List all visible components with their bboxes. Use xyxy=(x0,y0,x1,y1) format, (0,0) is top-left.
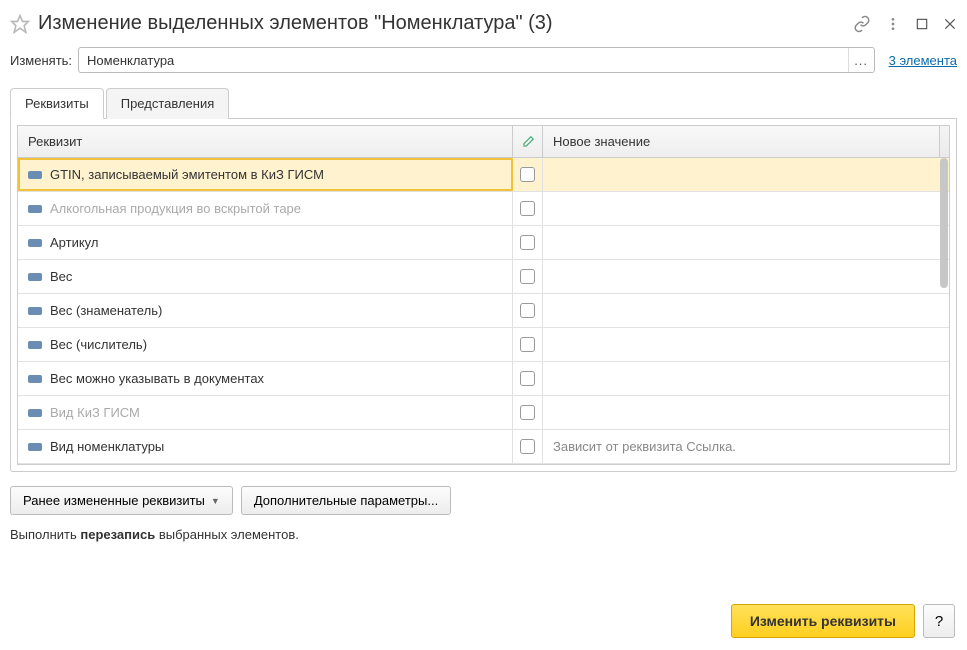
row-checkbox[interactable] xyxy=(520,439,535,454)
previously-changed-button[interactable]: Ранее измененные реквизиты ▼ xyxy=(10,486,233,515)
table-row[interactable]: Вес xyxy=(18,260,949,294)
cell-attribute: Вес можно указывать в документах xyxy=(18,362,513,395)
chevron-down-icon: ▼ xyxy=(211,496,220,506)
cell-attribute: GTIN, записываемый эмитентом в КиЗ ГИСМ xyxy=(18,158,513,191)
cell-checkbox xyxy=(513,226,543,259)
table-row[interactable]: GTIN, записываемый эмитентом в КиЗ ГИСМ xyxy=(18,158,949,192)
row-checkbox[interactable] xyxy=(520,269,535,284)
link-icon[interactable] xyxy=(853,15,871,33)
attributes-table: Реквизит Новое значение GTIN, записываем… xyxy=(17,125,950,465)
change-object-row: Изменять: Номенклатура ... 3 элемента xyxy=(10,47,957,73)
pencil-icon xyxy=(521,135,535,149)
maximize-icon[interactable] xyxy=(915,17,929,31)
cell-new-value[interactable]: Зависит от реквизита Ссылка. xyxy=(543,439,949,454)
cell-checkbox xyxy=(513,192,543,225)
ellipsis-button[interactable]: ... xyxy=(848,48,874,72)
field-icon xyxy=(28,239,42,247)
attribute-label: Вес (знаменатель) xyxy=(50,303,162,318)
table-row[interactable]: Артикул xyxy=(18,226,949,260)
help-button[interactable]: ? xyxy=(923,604,955,638)
cell-attribute: Вид номенклатуры xyxy=(18,430,513,463)
cell-checkbox xyxy=(513,362,543,395)
cell-attribute: Артикул xyxy=(18,226,513,259)
table-row[interactable]: Вид КиЗ ГИСМ xyxy=(18,396,949,430)
cell-checkbox xyxy=(513,430,543,463)
table-row[interactable]: Вес (знаменатель) xyxy=(18,294,949,328)
attribute-label: GTIN, записываемый эмитентом в КиЗ ГИСМ xyxy=(50,167,324,182)
footer-text: Выполнить перезапись выбранных элементов… xyxy=(10,527,957,542)
field-icon xyxy=(28,375,42,383)
table-body: GTIN, записываемый эмитентом в КиЗ ГИСМ А… xyxy=(18,158,949,464)
row-checkbox[interactable] xyxy=(520,201,535,216)
table-row[interactable]: Вес можно указывать в документах xyxy=(18,362,949,396)
footer-buttons: Ранее измененные реквизиты ▼ Дополнитель… xyxy=(10,486,957,515)
cell-attribute: Вес (знаменатель) xyxy=(18,294,513,327)
window-title: Изменение выделенных элементов "Номенкла… xyxy=(38,12,845,35)
table-header: Реквизит Новое значение xyxy=(18,126,949,158)
close-icon[interactable] xyxy=(943,17,957,31)
field-icon xyxy=(28,341,42,349)
additional-params-button[interactable]: Дополнительные параметры... xyxy=(241,486,451,515)
attribute-label: Вес можно указывать в документах xyxy=(50,371,264,386)
tabs: Реквизиты Представления xyxy=(10,87,957,119)
scrollbar-track[interactable] xyxy=(939,126,949,157)
tab-representations[interactable]: Представления xyxy=(106,88,230,119)
table-row[interactable]: Вес (числитель) xyxy=(18,328,949,362)
header-new-value[interactable]: Новое значение xyxy=(543,126,949,157)
cell-checkbox xyxy=(513,260,543,293)
change-label: Изменять: xyxy=(10,53,72,68)
tab-attributes[interactable]: Реквизиты xyxy=(10,88,104,119)
table-row[interactable]: Вид номенклатуры Зависит от реквизита Ссы… xyxy=(18,430,949,464)
attribute-label: Вид КиЗ ГИСМ xyxy=(50,405,140,420)
field-icon xyxy=(28,307,42,315)
cell-checkbox xyxy=(513,294,543,327)
row-checkbox[interactable] xyxy=(520,167,535,182)
cell-attribute: Вид КиЗ ГИСМ xyxy=(18,396,513,429)
change-input-value: Номенклатура xyxy=(79,53,848,68)
change-attributes-button[interactable]: Изменить реквизиты xyxy=(731,604,915,638)
cell-checkbox xyxy=(513,158,543,191)
field-icon xyxy=(28,409,42,417)
row-checkbox[interactable] xyxy=(520,337,535,352)
row-checkbox[interactable] xyxy=(520,405,535,420)
table-row[interactable]: Алкогольная продукция во вскрытой таре xyxy=(18,192,949,226)
row-checkbox[interactable] xyxy=(520,235,535,250)
field-icon xyxy=(28,273,42,281)
btn-label: Ранее измененные реквизиты xyxy=(23,493,205,508)
window-controls xyxy=(853,15,957,33)
scrollbar-thumb[interactable] xyxy=(940,158,948,288)
attribute-label: Алкогольная продукция во вскрытой таре xyxy=(50,201,301,216)
change-input[interactable]: Номенклатура ... xyxy=(78,47,875,73)
field-icon xyxy=(28,443,42,451)
attribute-label: Вес xyxy=(50,269,72,284)
row-checkbox[interactable] xyxy=(520,371,535,386)
row-checkbox[interactable] xyxy=(520,303,535,318)
elements-count-link[interactable]: 3 элемента xyxy=(889,53,957,68)
favorite-star-icon[interactable] xyxy=(10,14,30,34)
table-container: Реквизит Новое значение GTIN, записываем… xyxy=(10,119,957,472)
cell-checkbox xyxy=(513,328,543,361)
cell-checkbox xyxy=(513,396,543,429)
header-attribute[interactable]: Реквизит xyxy=(18,126,513,157)
header-edit[interactable] xyxy=(513,126,543,157)
titlebar: Изменение выделенных элементов "Номенкла… xyxy=(10,8,957,47)
attribute-label: Вид номенклатуры xyxy=(50,439,164,454)
field-icon xyxy=(28,171,42,179)
field-icon xyxy=(28,205,42,213)
cell-attribute: Вес (числитель) xyxy=(18,328,513,361)
attribute-label: Вес (числитель) xyxy=(50,337,147,352)
attribute-label: Артикул xyxy=(50,235,98,250)
cell-attribute: Вес xyxy=(18,260,513,293)
cell-attribute: Алкогольная продукция во вскрытой таре xyxy=(18,192,513,225)
action-bar: Изменить реквизиты ? xyxy=(731,604,955,638)
more-icon[interactable] xyxy=(885,16,901,32)
